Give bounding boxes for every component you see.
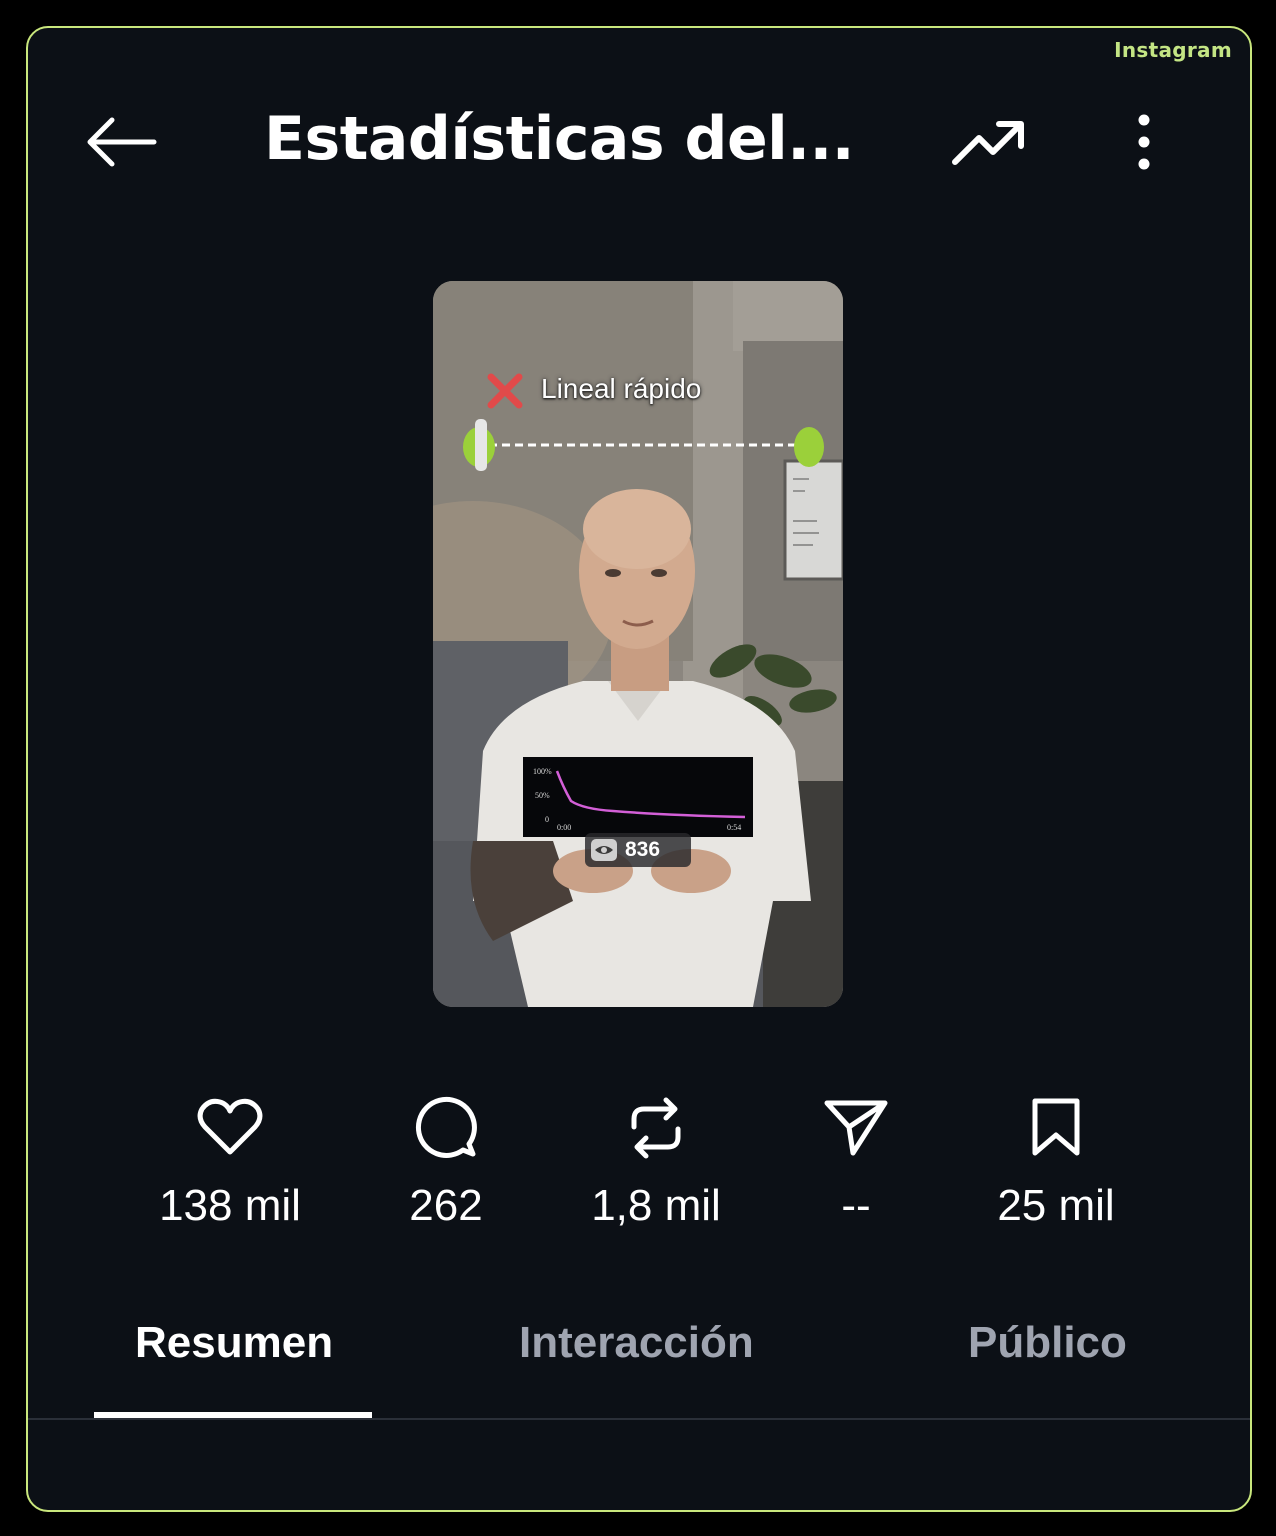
retention-line: [555, 770, 746, 819]
heart-icon: [197, 1098, 263, 1155]
views-count: 836: [625, 838, 661, 861]
stat-likes: 138 mil: [130, 1093, 330, 1231]
trending-up-icon: [952, 121, 1024, 165]
likes-count: 138 mil: [159, 1181, 301, 1230]
tab-interaccion[interactable]: Interacción: [519, 1318, 754, 1368]
tab-resumen[interactable]: Resumen: [135, 1318, 333, 1368]
post-thumbnail[interactable]: Lineal rápido 100% 50% 0 0:00 0:54 836: [433, 281, 843, 1007]
repost-icon: [631, 1097, 681, 1159]
stat-comments: 262: [346, 1093, 546, 1231]
send-icon: [824, 1100, 888, 1156]
likes-button[interactable]: [190, 1093, 270, 1163]
comments-button[interactable]: [406, 1093, 486, 1163]
back-button[interactable]: [78, 108, 162, 176]
arrow-left-icon: [87, 117, 157, 167]
stat-reposts: 1,8 mil: [556, 1093, 756, 1231]
reposts-button[interactable]: [616, 1093, 696, 1163]
stat-shares: --: [756, 1093, 956, 1231]
reposts-count: 1,8 mil: [591, 1181, 721, 1230]
saves-button[interactable]: [1016, 1093, 1096, 1163]
header-bar: Estadísticas del...: [28, 88, 1250, 198]
shares-count: --: [841, 1181, 871, 1230]
brand-label: Instagram: [1114, 38, 1232, 62]
video-overlay-caption: Lineal rápido: [541, 373, 702, 404]
page-title: Estadísticas del...: [264, 104, 855, 174]
more-vertical-icon: [1138, 114, 1150, 170]
app-frame: Instagram Estadísticas del... Lineal ráp…: [26, 26, 1252, 1512]
stat-saves: 25 mil: [956, 1093, 1156, 1231]
trending-button[interactable]: [946, 110, 1032, 176]
tab-publico[interactable]: Público: [968, 1318, 1127, 1368]
saves-count: 25 mil: [997, 1181, 1115, 1230]
eye-icon: [591, 839, 617, 861]
comment-icon: [415, 1096, 477, 1158]
comments-count: 262: [409, 1181, 483, 1230]
tab-divider: [28, 1418, 1250, 1420]
more-options-button[interactable]: [1118, 104, 1170, 180]
retention-chart-overlay: 100% 50% 0 0:00 0:54: [523, 757, 753, 837]
views-badge: 836: [585, 833, 691, 867]
shares-button[interactable]: [816, 1093, 896, 1163]
bookmark-icon: [1032, 1098, 1080, 1156]
